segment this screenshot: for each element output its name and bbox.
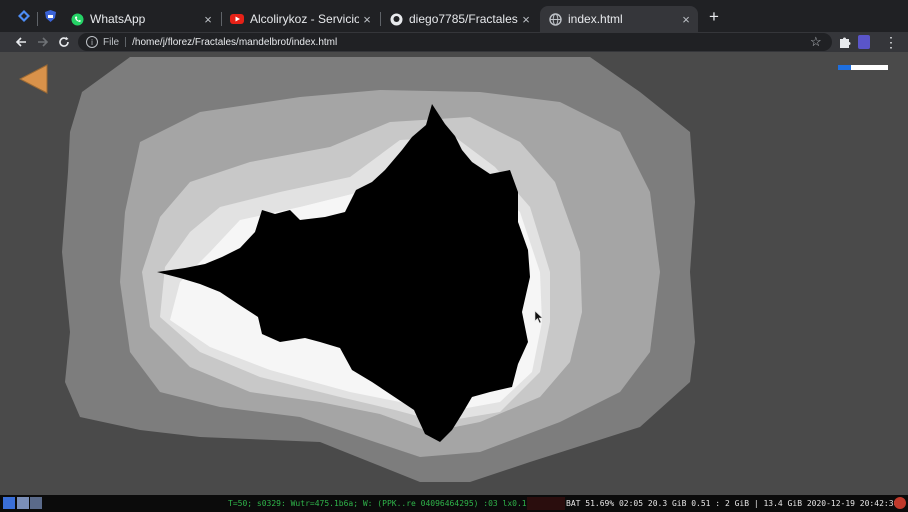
pinned-tab-1[interactable] <box>14 6 34 26</box>
tab-index-html[interactable]: index.html × <box>540 6 698 32</box>
back-button[interactable] <box>12 33 30 51</box>
status-text-left: T=50; s0329: Wutr=475.1b6a; W: (PPK..re … <box>228 499 537 508</box>
info-icon[interactable]: i <box>86 36 98 48</box>
url-text[interactable]: /home/j/florez/Fractales/mandelbrot/inde… <box>132 37 337 48</box>
page-viewport <box>0 52 908 495</box>
profile-avatar-icon[interactable] <box>858 35 870 49</box>
workspace-icon[interactable] <box>30 497 42 509</box>
tab-title: diego7785/Fractales: Pro <box>409 12 518 26</box>
extensions-puzzle-icon[interactable] <box>838 35 852 49</box>
arrow-right-icon <box>38 37 49 47</box>
new-tab-button[interactable]: + <box>705 8 723 26</box>
tab-whatsapp[interactable]: WhatsApp × <box>62 6 220 32</box>
forward-button[interactable] <box>34 33 52 51</box>
arrow-left-icon <box>15 37 26 47</box>
mandelbrot-canvas[interactable] <box>0 52 908 495</box>
diamond-app-icon <box>18 10 30 22</box>
system-taskbar: T=50; s0329: Wutr=475.1b6a; W: (PPK..re … <box>0 495 908 512</box>
bookmark-star-icon[interactable]: ☆ <box>810 33 822 51</box>
tab-github[interactable]: diego7785/Fractales: Pro × <box>381 6 538 32</box>
tab-title: index.html <box>568 12 623 26</box>
whatsapp-icon <box>71 13 83 25</box>
tab-title: WhatsApp <box>90 12 146 26</box>
github-icon <box>390 13 402 25</box>
tab-strip: WhatsApp × Alcolirykoz - Servicios Am × … <box>0 0 908 32</box>
menu-kebab-icon[interactable]: ⋮ <box>884 33 898 51</box>
tab-title: Alcolirykoz - Servicios Am <box>250 12 359 26</box>
close-tab-icon[interactable]: × <box>518 12 534 27</box>
close-tab-icon[interactable]: × <box>359 12 375 27</box>
youtube-icon <box>230 14 244 24</box>
globe-icon <box>548 12 562 26</box>
zoom-slider-fill <box>838 65 851 70</box>
close-tab-icon[interactable]: × <box>200 12 216 27</box>
shield-icon <box>44 10 56 22</box>
workspace-icon[interactable] <box>17 497 29 509</box>
power-icon[interactable] <box>894 497 906 509</box>
pinned-tab-2[interactable] <box>40 6 60 26</box>
address-bar[interactable]: i File /home/j/florez/Fractales/mandelbr… <box>78 33 832 51</box>
reload-icon <box>59 36 69 47</box>
back-arrow-button[interactable] <box>18 63 50 95</box>
browser-toolbar: i File /home/j/florez/Fractales/mandelbr… <box>0 32 908 52</box>
tab-youtube[interactable]: Alcolirykoz - Servicios Am × <box>222 6 379 32</box>
mouse-cursor-icon <box>534 310 544 324</box>
start-menu-icon[interactable] <box>3 497 15 509</box>
scheme-chip: File <box>103 36 120 48</box>
reload-button[interactable] <box>55 33 73 51</box>
status-text-right: BAT 51.69% 02:05 20.3 GiB 0.51 : 2 GiB |… <box>566 499 899 508</box>
zoom-slider[interactable] <box>838 65 888 70</box>
close-tab-icon[interactable]: × <box>678 12 694 27</box>
